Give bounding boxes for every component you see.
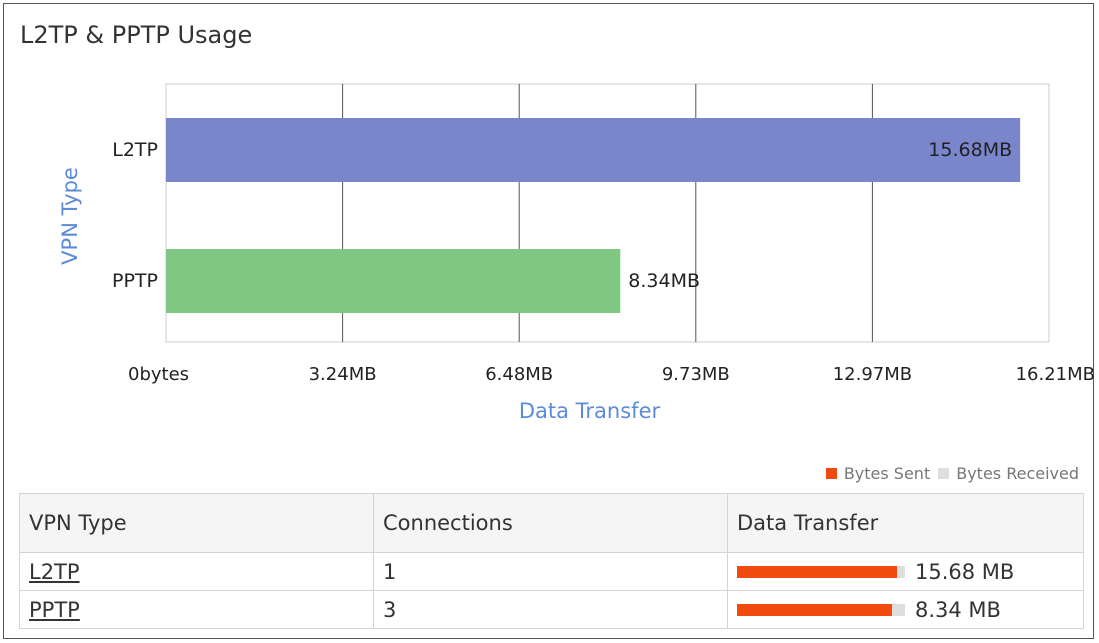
transfer-value: 15.68 MB xyxy=(915,559,1015,584)
transfer-bar-sent xyxy=(737,565,897,578)
data-label: 15.68MB xyxy=(928,139,1012,161)
transfer-bar-sent xyxy=(737,603,892,616)
transfer-bar xyxy=(737,603,905,616)
vpn-type-link-l2tp[interactable]: L2TP xyxy=(29,560,80,584)
cell-connections: 1 xyxy=(373,552,728,591)
cell-data-transfer: 8.34 MB xyxy=(727,590,1084,629)
bar-pptp xyxy=(166,249,621,313)
legend-item-received[interactable]: Bytes Received xyxy=(938,464,1079,483)
table-row: L2TP 1 15.68 MB xyxy=(19,552,1084,591)
cell-connections: 3 xyxy=(373,590,728,629)
vpn-usage-table: VPN Type Connections Data Transfer L2TP … xyxy=(19,493,1084,629)
bar-l2tp xyxy=(166,118,1021,182)
legend-item-sent[interactable]: Bytes Sent xyxy=(825,464,931,483)
transfer-value: 8.34 MB xyxy=(915,597,1001,622)
table-row: PPTP 3 8.34 MB xyxy=(19,590,1084,629)
cell-data-transfer: 15.68 MB xyxy=(727,552,1084,591)
legend-swatch-received xyxy=(938,468,950,479)
cell-vpn-type: L2TP xyxy=(19,552,374,591)
data-label: 8.34MB xyxy=(628,270,700,292)
legend-label-sent: Bytes Sent xyxy=(843,464,931,483)
x-tick-label: 6.48MB xyxy=(485,364,553,385)
x-tick-label: 3.24MB xyxy=(309,364,377,385)
legend-swatch-sent xyxy=(825,468,837,479)
vpn-type-link-pptp[interactable]: PPTP xyxy=(29,598,80,622)
bar-chart: 0bytes 3.24MB 6.48MB 9.73MB 12.97MB 16.21MB L2… xyxy=(58,83,1095,423)
col-header-connections[interactable]: Connections xyxy=(373,493,728,553)
col-header-data-transfer[interactable]: Data Transfer xyxy=(727,493,1084,553)
x-tick-label: 0bytes xyxy=(128,364,189,385)
table-header-row: VPN Type Connections Data Transfer xyxy=(19,493,1084,553)
x-axis-title: Data Transfer xyxy=(519,399,661,423)
y-tick-label: L2TP xyxy=(112,139,158,161)
x-tick-label: 16.21MB xyxy=(1016,364,1095,385)
cell-vpn-type: PPTP xyxy=(19,590,374,629)
transfer-bar xyxy=(737,565,905,578)
legend: Bytes Sent Bytes Received xyxy=(825,464,1079,483)
x-tick-label: 12.97MB xyxy=(833,364,912,385)
legend-label-received: Bytes Received xyxy=(956,464,1079,483)
col-header-vpn-type[interactable]: VPN Type xyxy=(19,493,374,553)
y-tick-label: PPTP xyxy=(112,270,158,292)
y-axis-title: VPN Type xyxy=(58,167,82,265)
x-tick-label: 9.73MB xyxy=(662,364,730,385)
